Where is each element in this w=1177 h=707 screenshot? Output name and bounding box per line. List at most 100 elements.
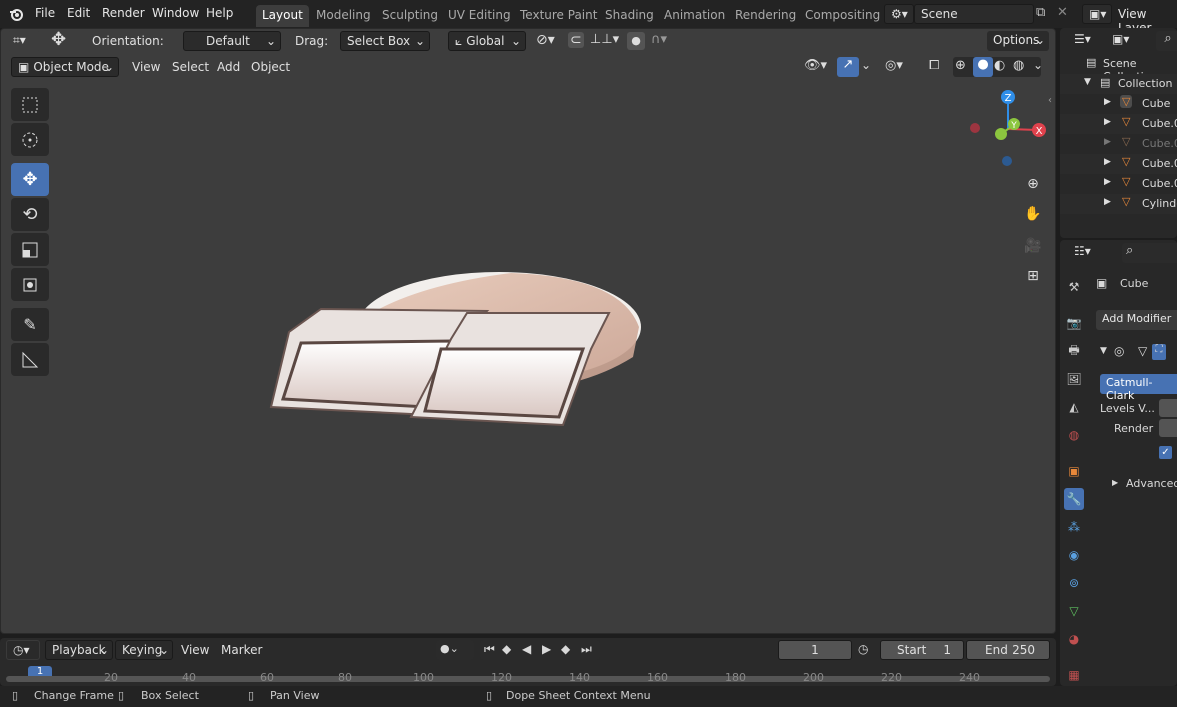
pan-hand-icon[interactable]: ✋: [1020, 201, 1046, 227]
menu-add[interactable]: Add: [217, 60, 240, 74]
outliner-item-cube[interactable]: ▶ ▽ Cube: [1060, 94, 1177, 114]
modifier-expand-icon[interactable]: ▼: [1100, 346, 1107, 356]
tab-uv-editing[interactable]: UV Editing: [442, 5, 517, 27]
viewport-display-icon[interactable]: ⛶: [1152, 344, 1166, 360]
jump-end-icon[interactable]: ⏭: [581, 642, 592, 657]
tool-tab-icon[interactable]: ⚒: [1064, 276, 1084, 298]
duplicate-scene-icon[interactable]: ⧉: [1036, 5, 1054, 23]
editor-type-icon[interactable]: ⌗▾: [7, 31, 41, 51]
drag-dropdown[interactable]: Select Box ⌄: [340, 31, 430, 51]
gizmo-menu-icon[interactable]: ⌄: [861, 58, 871, 72]
properties-search-icon[interactable]: ⌕: [1122, 243, 1177, 263]
snap-target-icon[interactable]: ⊥⊥▾: [590, 32, 619, 47]
current-frame-field[interactable]: 1: [778, 640, 852, 660]
tab-modeling[interactable]: Modeling: [310, 5, 377, 27]
material-tab-icon[interactable]: ◕: [1064, 628, 1084, 650]
render-levels-field[interactable]: [1159, 419, 1177, 437]
tab-compositing[interactable]: Compositing: [799, 5, 886, 27]
end-frame-field[interactable]: End 250: [966, 640, 1050, 660]
catmull-clark-button[interactable]: Catmull-Clark: [1100, 374, 1177, 402]
menu-window[interactable]: Window: [152, 6, 199, 20]
3d-viewport[interactable]: ⌗▾ ✥ Orientation: Default ⌄ Drag: Select …: [0, 28, 1056, 634]
navigation-gizmo[interactable]: Z X Y: [961, 87, 1051, 177]
advanced-expand-icon[interactable]: ▶: [1112, 478, 1118, 487]
measure-tool-icon[interactable]: [11, 343, 49, 376]
texture-tab-icon[interactable]: ▦: [1064, 664, 1084, 686]
orientation-dropdown[interactable]: Default ⌄: [183, 31, 281, 51]
solid-shading-icon[interactable]: ●: [973, 57, 993, 77]
preview-range-icon[interactable]: ◷: [858, 642, 868, 656]
mode-dropdown[interactable]: ▣ Object Mode ⌄: [11, 57, 119, 77]
scale-tool-icon[interactable]: [11, 233, 49, 266]
zoom-icon[interactable]: ⊕: [1020, 171, 1046, 197]
transform-orientation-dropdown[interactable]: ⟀ Global ⌄: [448, 31, 526, 51]
play-icon[interactable]: ▶: [542, 642, 551, 656]
timeline-editor-icon[interactable]: ◷▾: [6, 640, 40, 660]
edit-mode-icon[interactable]: ▽: [1138, 344, 1147, 358]
tab-layout[interactable]: Layout: [256, 5, 309, 27]
play-reverse-icon[interactable]: ◀: [522, 642, 531, 656]
tab-sculpting[interactable]: Sculpting: [376, 5, 444, 27]
render-tab-icon[interactable]: 📷: [1064, 312, 1084, 334]
outliner-item-cylinder[interactable]: ▶▽Cylinde: [1060, 194, 1177, 214]
overlays-icon[interactable]: ◎▾: [885, 58, 903, 73]
outliner-scene-collection[interactable]: ▤Scene Collection: [1060, 54, 1177, 83]
move-tool-icon[interactable]: ✥: [11, 163, 49, 196]
tab-texture-paint[interactable]: Texture Paint: [514, 5, 603, 27]
optimal-display-checkbox[interactable]: ✓: [1159, 446, 1172, 459]
outliner-display-icon[interactable]: ▣▾: [1106, 30, 1136, 50]
scene-browse-icon[interactable]: ⚙▾: [884, 4, 914, 24]
scene-name-field[interactable]: Scene: [914, 4, 1034, 24]
timeline-marker-menu[interactable]: Marker: [221, 643, 262, 657]
menu-select[interactable]: Select: [172, 60, 209, 74]
proportional-edit-icon[interactable]: ●: [627, 32, 645, 50]
particles-tab-icon[interactable]: ⁂: [1064, 516, 1084, 538]
jump-start-icon[interactable]: ⏮: [484, 642, 495, 657]
add-modifier-button[interactable]: Add Modifier: [1096, 310, 1177, 330]
properties-editor-icon[interactable]: ☷▾: [1068, 242, 1098, 262]
outliner-item-cube-004[interactable]: ▶▽Cube.0: [1060, 174, 1177, 194]
view-layer-browse-icon[interactable]: ▣▾: [1082, 4, 1112, 24]
close-icon[interactable]: ✕: [1057, 5, 1071, 23]
start-frame-field[interactable]: Start 1: [880, 640, 964, 660]
xray-icon[interactable]: ⧠: [929, 58, 939, 73]
rendered-shading-icon[interactable]: ◍: [1013, 58, 1024, 73]
tab-animation[interactable]: Animation: [658, 5, 731, 27]
outliner-item-cube-003[interactable]: ▶▽Cube.0: [1060, 154, 1177, 174]
auto-keying-icon[interactable]: ●⌄: [436, 640, 474, 660]
visibility-icon[interactable]: 👁▾: [804, 58, 827, 73]
menu-render[interactable]: Render: [102, 6, 145, 20]
outliner-search-icon[interactable]: ⌕: [1156, 31, 1177, 51]
pivot-point-icon[interactable]: ⊘▾: [536, 32, 555, 48]
cursor-tool-icon[interactable]: [11, 123, 49, 156]
annotate-tool-icon[interactable]: ✎: [11, 308, 49, 341]
object-tab-icon[interactable]: ▣: [1064, 460, 1084, 482]
material-shading-icon[interactable]: ◐: [994, 58, 1005, 73]
snap-toggle-icon[interactable]: ⊂: [568, 32, 584, 48]
menu-file[interactable]: File: [35, 6, 55, 20]
levels-viewport-field[interactable]: [1159, 399, 1177, 417]
perspective-grid-icon[interactable]: ⊞: [1020, 263, 1046, 289]
move-tool-icon[interactable]: ✥: [51, 29, 66, 50]
keying-dropdown[interactable]: Keying ⌄: [115, 640, 173, 660]
view-layer-tab-icon[interactable]: 🖼: [1064, 368, 1084, 390]
transform-tool-icon[interactable]: [11, 268, 49, 301]
falloff-icon[interactable]: ∩▾: [651, 32, 667, 47]
menu-help[interactable]: Help: [206, 6, 233, 20]
rotate-tool-icon[interactable]: ⟲: [11, 198, 49, 231]
scene-tab-icon[interactable]: ◭: [1064, 396, 1084, 418]
output-tab-icon[interactable]: 🖶: [1064, 340, 1084, 362]
playback-dropdown[interactable]: Playback ⌄: [45, 640, 113, 660]
outliner-item-cube-001[interactable]: ▶▽Cube.0: [1060, 114, 1177, 134]
outliner-collection[interactable]: ▼ ▤ Collection: [1060, 74, 1177, 94]
options-button[interactable]: Options ⌄: [987, 31, 1049, 51]
advanced-label[interactable]: Advanced: [1126, 477, 1177, 490]
select-box-tool-icon[interactable]: [11, 88, 49, 121]
data-tab-icon[interactable]: ▽: [1064, 600, 1084, 622]
menu-edit[interactable]: Edit: [67, 6, 90, 20]
menu-object[interactable]: Object: [251, 60, 290, 74]
tab-shading[interactable]: Shading: [599, 5, 660, 27]
sidebar-toggle-icon[interactable]: ‹: [1048, 95, 1052, 106]
wireframe-shading-icon[interactable]: ⊕: [955, 58, 966, 73]
outliner-item-cube-002[interactable]: ▶▽Cube.0: [1060, 134, 1177, 154]
